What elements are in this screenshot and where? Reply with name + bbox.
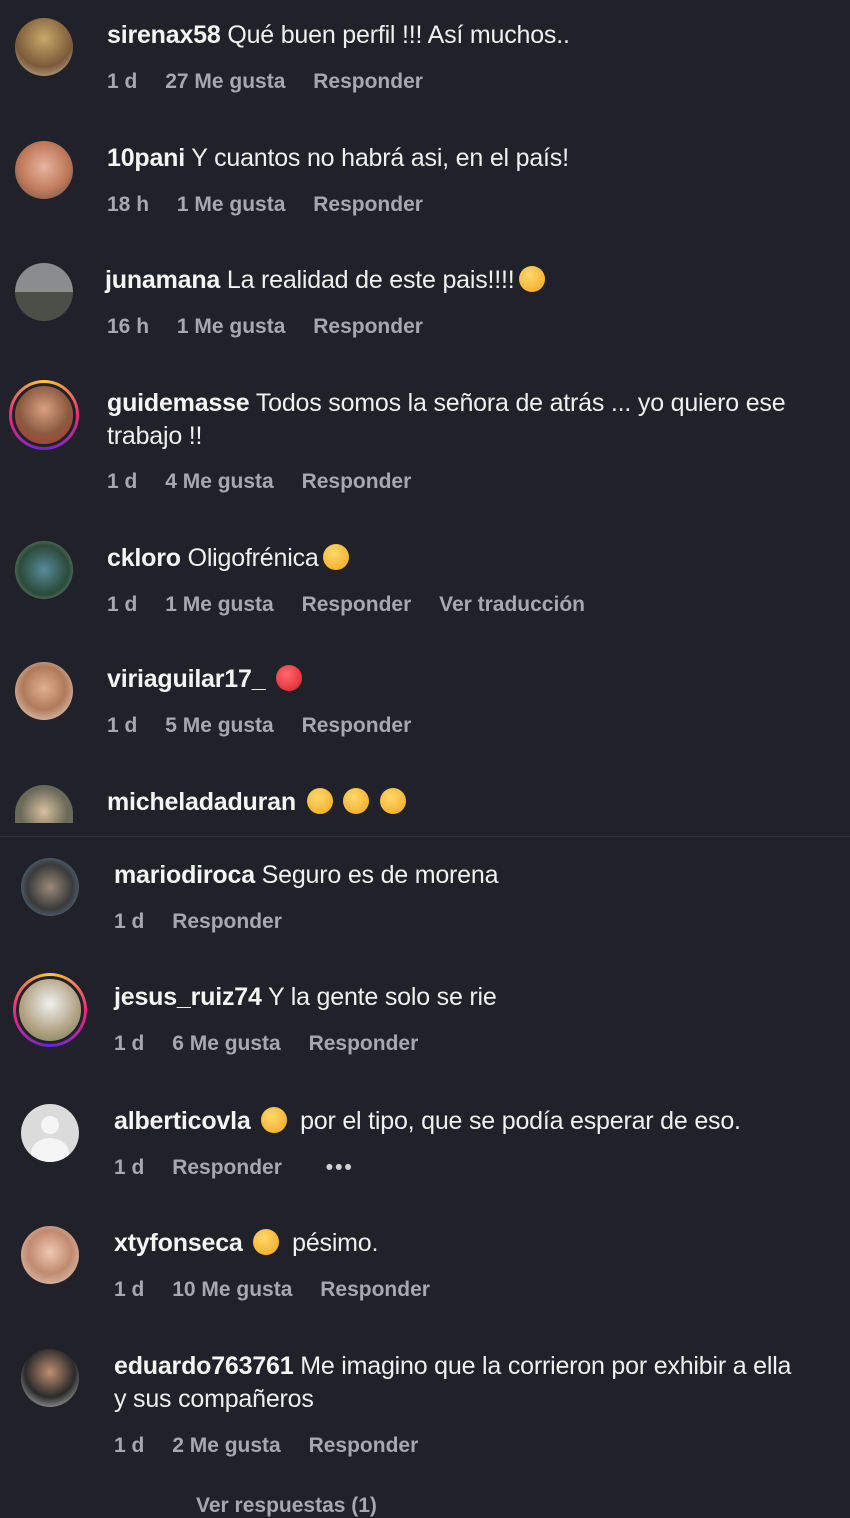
likes-count[interactable]: 1 Me gusta: [177, 193, 286, 216]
timestamp: 16 h: [107, 315, 150, 338]
reply-button[interactable]: Responder: [320, 1278, 430, 1301]
avatar[interactable]: [15, 541, 73, 599]
eye-roll-emoji-icon: [380, 788, 407, 814]
timestamp: 1 d: [107, 714, 138, 737]
comment-text: Todos somos la señora de atrás ... yo qu…: [255, 389, 786, 417]
comment-text: La realidad de este pais!!!!: [226, 266, 515, 294]
comment-text: Y la gente solo se rie: [267, 983, 497, 1011]
angry-emoji-icon: [276, 665, 303, 691]
comment-text: Seguro es de morena: [261, 861, 499, 889]
reply-button[interactable]: Responder: [302, 714, 412, 737]
comment-text: por el tipo, que se podía esperar de eso…: [300, 1107, 741, 1135]
likes-count[interactable]: 10 Me gusta: [172, 1278, 292, 1301]
reply-button[interactable]: Responder: [172, 910, 282, 933]
avatar[interactable]: [13, 973, 87, 1047]
translate-button[interactable]: Ver traducción: [439, 593, 585, 616]
reply-button[interactable]: Responder: [313, 193, 423, 216]
emoji-icon: [518, 266, 545, 292]
username[interactable]: guidemasse: [107, 389, 250, 417]
timestamp: 1 d: [107, 70, 138, 93]
comment-text: Me imagino que la corrieron por exhibir …: [300, 1352, 792, 1380]
avatar[interactable]: [15, 263, 73, 321]
username[interactable]: junamana: [105, 266, 220, 294]
divider: [0, 836, 850, 837]
comment-text: Qué buen perfil !!! Así muchos..: [227, 21, 570, 49]
more-options-icon[interactable]: •••: [326, 1156, 354, 1179]
likes-count[interactable]: 1 Me gusta: [165, 593, 274, 616]
reply-button[interactable]: Responder: [302, 593, 412, 616]
username[interactable]: viriaguilar17_: [107, 665, 266, 693]
default-avatar-icon[interactable]: [21, 1104, 79, 1162]
hug-emoji-icon: [253, 1229, 280, 1255]
timestamp: 1 d: [114, 1032, 145, 1055]
timestamp: 1 d: [114, 1434, 145, 1457]
likes-count[interactable]: 6 Me gusta: [172, 1032, 281, 1055]
eye-roll-emoji-icon: [306, 788, 333, 814]
comment-text: Oligofrénica: [187, 544, 319, 572]
timestamp: 18 h: [107, 193, 150, 216]
likes-count[interactable]: 4 Me gusta: [165, 470, 274, 493]
reply-button[interactable]: Responder: [313, 70, 423, 93]
avatar[interactable]: [15, 785, 73, 823]
reply-button[interactable]: Responder: [309, 1434, 419, 1457]
username[interactable]: eduardo763761: [114, 1352, 294, 1380]
username[interactable]: xtyfonseca: [114, 1229, 243, 1257]
username[interactable]: ckloro: [107, 544, 181, 572]
likes-count[interactable]: 5 Me gusta: [165, 714, 274, 737]
username[interactable]: alberticovla: [114, 1107, 251, 1135]
comment-text: pésimo.: [292, 1229, 379, 1257]
username[interactable]: 10pani: [107, 144, 185, 172]
timestamp: 1 d: [107, 470, 138, 493]
username[interactable]: micheladaduran: [107, 788, 296, 816]
avatar[interactable]: [21, 1226, 79, 1284]
likes-count[interactable]: 27 Me gusta: [165, 70, 285, 93]
reply-button[interactable]: Responder: [172, 1156, 282, 1179]
reply-button[interactable]: Responder: [302, 470, 412, 493]
username[interactable]: sirenax58: [107, 21, 221, 49]
laughing-emoji-icon: [322, 544, 349, 570]
avatar[interactable]: [9, 380, 79, 450]
avatar[interactable]: [21, 858, 79, 916]
avatar[interactable]: [15, 141, 73, 199]
avatar[interactable]: [21, 1349, 79, 1407]
view-replies-button[interactable]: Ver respuestas (1): [196, 1494, 377, 1518]
timestamp: 1 d: [114, 910, 145, 933]
timestamp: 1 d: [114, 1278, 145, 1301]
crying-emoji-icon: [261, 1107, 288, 1133]
comment-text-line2: y sus compañeros: [114, 1385, 314, 1413]
username[interactable]: mariodiroca: [114, 861, 255, 889]
reply-button[interactable]: Responder: [313, 315, 423, 338]
eye-roll-emoji-icon: [343, 788, 370, 814]
likes-count[interactable]: 2 Me gusta: [172, 1434, 281, 1457]
avatar[interactable]: [15, 662, 73, 720]
username[interactable]: jesus_ruiz74: [114, 983, 262, 1011]
comment-text: Y cuantos no habrá asi, en el país!: [191, 144, 569, 172]
comment-text-line2: trabajo !!: [107, 422, 203, 450]
likes-count[interactable]: 1 Me gusta: [177, 315, 286, 338]
avatar[interactable]: [15, 18, 73, 76]
reply-button[interactable]: Responder: [309, 1032, 419, 1055]
timestamp: 1 d: [114, 1156, 145, 1179]
timestamp: 1 d: [107, 593, 138, 616]
